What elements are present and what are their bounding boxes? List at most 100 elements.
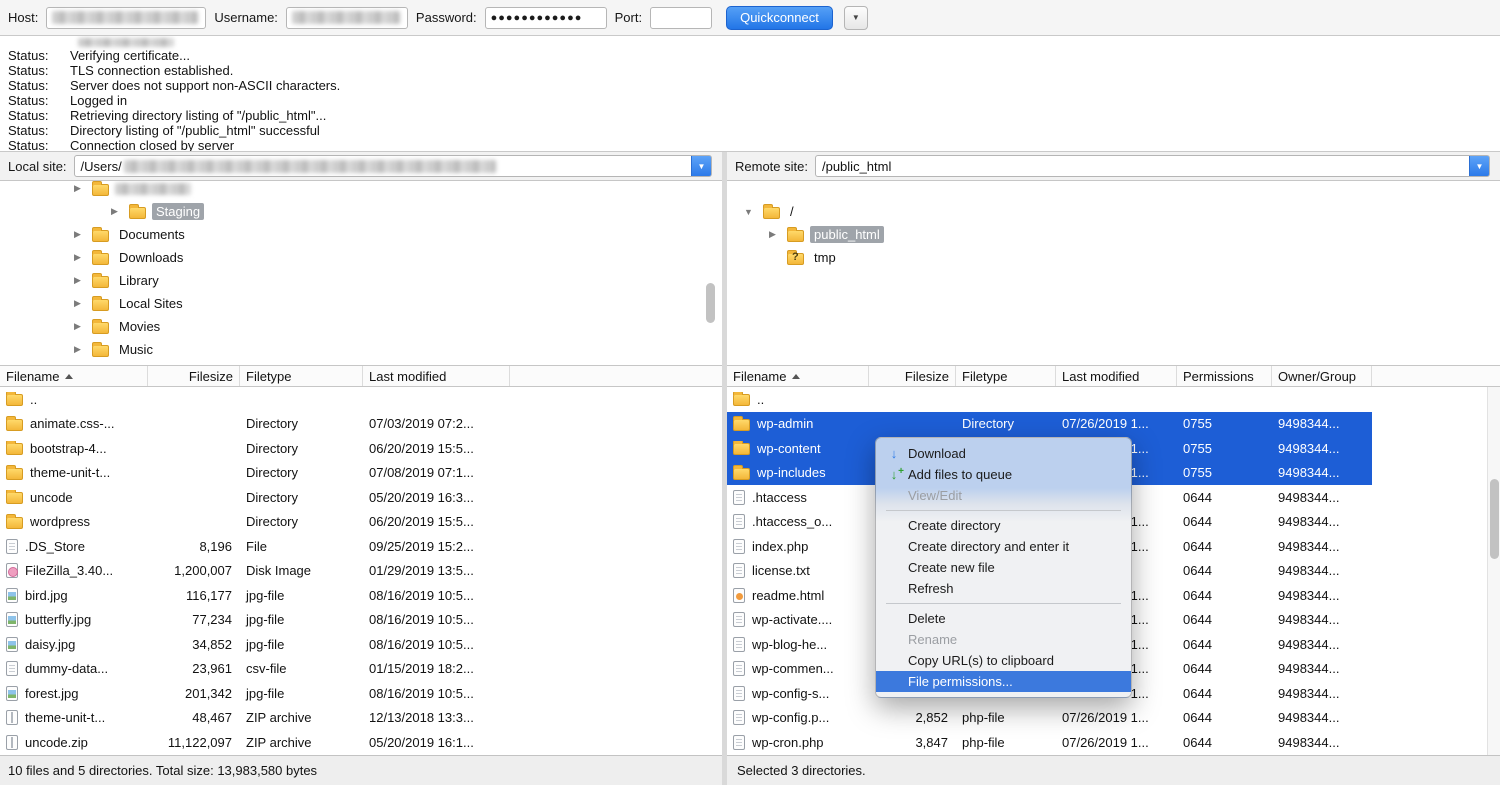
context-menu-item-refresh[interactable]: Refresh	[876, 578, 1131, 599]
remote-col-header-permissions[interactable]: Permissions	[1177, 366, 1272, 386]
menu-item-label: Delete	[908, 611, 946, 626]
local-file-row-animate-css[interactable]: animate.css-... Directory 07/03/2019 07:…	[0, 412, 722, 437]
local-tree-item-library[interactable]: Library	[0, 269, 722, 292]
host-label: Host:	[8, 10, 38, 25]
remote-file-row-wp-config-p[interactable]: wp-config.p... 2,852 php-file 07/26/2019…	[727, 706, 1372, 731]
context-menu-item-copy-url-s-to-clipboard[interactable]: Copy URL(s) to clipboard	[876, 650, 1131, 671]
disclosure-triangle-icon[interactable]	[70, 321, 85, 332]
disclosure-triangle-icon[interactable]	[107, 206, 122, 217]
remote-file-row-wp-cron-php[interactable]: wp-cron.php 3,847 php-file 07/26/2019 1.…	[727, 730, 1372, 755]
remote-col-header-filename[interactable]: Filename	[727, 366, 869, 386]
local-tree-item-downloads[interactable]: Downloads	[0, 246, 722, 269]
menu-separator	[886, 510, 1121, 511]
local-file-row-ds-store[interactable]: .DS_Store 8,196 File 09/25/2019 15:2...	[0, 534, 722, 559]
disclosure-triangle-icon[interactable]	[765, 229, 780, 240]
local-file-row-dummy-data[interactable]: dummy-data... 23,961 csv-file 01/15/2019…	[0, 657, 722, 682]
file-name: forest.jpg	[25, 686, 78, 701]
remote-site-dropdown-icon[interactable]	[1469, 155, 1490, 177]
local-tree-item-movies[interactable]: Movies	[0, 315, 722, 338]
local-site-combobox[interactable]: /Users/	[74, 155, 712, 177]
context-menu-item-add-files-to-queue[interactable]: Add files to queue	[876, 464, 1131, 485]
disclosure-triangle-icon[interactable]	[70, 252, 85, 263]
local-col-header-filesize[interactable]: Filesize	[148, 366, 240, 386]
local-file-row-filezilla-3-40[interactable]: FileZilla_3.40... 1,200,007 Disk Image 0…	[0, 559, 722, 584]
scrollbar-thumb[interactable]	[706, 283, 715, 323]
local-col-header-filetype[interactable]: Filetype	[240, 366, 363, 386]
file-type-icon	[6, 588, 18, 603]
disclosure-triangle-icon[interactable]	[741, 207, 756, 217]
password-input[interactable]: ●●●●●●●●●●●●	[485, 7, 607, 29]
file-type: File	[240, 539, 363, 554]
log-line-message: Server does not support non-ASCII charac…	[70, 78, 340, 93]
remote-list-scrollbar[interactable]	[1487, 387, 1500, 755]
local-file-row-forest-jpg[interactable]: forest.jpg 201,342 jpg-file 08/16/2019 1…	[0, 681, 722, 706]
local-tree-item-staging[interactable]: Staging	[0, 200, 722, 223]
quickconnect-dropdown-button[interactable]	[844, 6, 868, 30]
remote-col-header-filetype[interactable]: Filetype	[956, 366, 1056, 386]
local-file-list: .. animate.css-... Directory 07/03/2019 …	[0, 387, 722, 755]
remote-file-row-wp-admin[interactable]: wp-admin Directory 07/26/2019 1... 0755 …	[727, 412, 1372, 437]
context-menu-item-create-directory[interactable]: Create directory	[876, 515, 1131, 536]
disclosure-triangle-icon[interactable]	[70, 344, 85, 355]
file-permissions: 0644	[1177, 490, 1272, 505]
log-line-message: TLS connection established.	[70, 63, 233, 78]
local-file-row-daisy-jpg[interactable]: daisy.jpg 34,852 jpg-file 08/16/2019 10:…	[0, 632, 722, 657]
file-type: ZIP archive	[240, 710, 363, 725]
file-owner-group: 9498344...	[1272, 637, 1372, 652]
local-file-row-bootstrap-4[interactable]: bootstrap-4... Directory 06/20/2019 15:5…	[0, 436, 722, 461]
local-file-row-wordpress[interactable]: wordpress Directory 06/20/2019 15:5...	[0, 510, 722, 535]
menu-item-label: View/Edit	[908, 488, 962, 503]
local-file-row-butterfly-jpg[interactable]: butterfly.jpg 77,234 jpg-file 08/16/2019…	[0, 608, 722, 633]
tree-item-label: /	[786, 203, 798, 220]
remote-col-header-last-modified[interactable]: Last modified	[1056, 366, 1177, 386]
file-owner-group: 9498344...	[1272, 514, 1372, 529]
file-size: 1,200,007	[148, 563, 240, 578]
port-input[interactable]	[650, 7, 712, 29]
remote-col-header-filesize[interactable]: Filesize	[869, 366, 956, 386]
disclosure-triangle-icon[interactable]	[70, 275, 85, 286]
remote-tree-item-tmp[interactable]: tmp	[727, 246, 1500, 269]
context-menu-item-delete[interactable]: Delete	[876, 608, 1131, 629]
local-file-row[interactable]: ..	[0, 387, 722, 412]
file-name: wp-includes	[757, 465, 826, 480]
disclosure-triangle-icon[interactable]	[70, 298, 85, 309]
log-line-status: Status: Server does not support non-ASCI…	[0, 78, 1500, 93]
disclosure-triangle-icon[interactable]	[70, 183, 85, 194]
local-tree-item[interactable]	[0, 180, 722, 200]
context-menu-item-download[interactable]: Download	[876, 443, 1131, 464]
remote-site-combobox[interactable]: /public_html	[815, 155, 1490, 177]
remote-col-header-owner-group[interactable]: Owner/Group	[1272, 366, 1372, 386]
folder-icon	[92, 276, 109, 288]
remote-file-row[interactable]: ..	[727, 387, 1372, 412]
file-modified: 06/20/2019 15:5...	[363, 441, 510, 456]
local-tree-item-local-sites[interactable]: Local Sites	[0, 292, 722, 315]
local-tree-item-music[interactable]: Music	[0, 338, 722, 361]
context-menu-item-file-permissions[interactable]: File permissions...	[876, 671, 1131, 692]
local-file-row-theme-unit-t[interactable]: theme-unit-t... Directory 07/08/2019 07:…	[0, 461, 722, 486]
scrollbar-thumb[interactable]	[1490, 479, 1499, 559]
file-name: dummy-data...	[25, 661, 108, 676]
log-line-message: Verifying certificate...	[70, 48, 190, 63]
local-site-dropdown-icon[interactable]	[691, 155, 712, 177]
file-owner-group: 9498344...	[1272, 490, 1372, 505]
local-file-row-bird-jpg[interactable]: bird.jpg 116,177 jpg-file 08/16/2019 10:…	[0, 583, 722, 608]
remote-tree-item-public-html[interactable]: public_html	[727, 223, 1500, 246]
log-line-message: Directory listing of "/public_html" succ…	[70, 123, 320, 138]
file-modified: 05/20/2019 16:3...	[363, 490, 510, 505]
context-menu-item-create-new-file[interactable]: Create new file	[876, 557, 1131, 578]
local-col-header-last-modified[interactable]: Last modified	[363, 366, 510, 386]
quickconnect-button[interactable]: Quickconnect	[726, 6, 833, 30]
local-tree-item-documents[interactable]: Documents	[0, 223, 722, 246]
local-file-row-uncode[interactable]: uncode Directory 05/20/2019 16:3...	[0, 485, 722, 510]
username-input[interactable]	[286, 7, 408, 29]
file-name: bootstrap-4...	[30, 441, 107, 456]
local-file-row-theme-unit-t[interactable]: theme-unit-t... 48,467 ZIP archive 12/13…	[0, 706, 722, 731]
disclosure-triangle-icon[interactable]	[70, 229, 85, 240]
local-file-row-uncode-zip[interactable]: uncode.zip 11,122,097 ZIP archive 05/20/…	[0, 730, 722, 755]
local-col-header-filename[interactable]: Filename	[0, 366, 148, 386]
context-menu-item-create-directory-and-enter-it[interactable]: Create directory and enter it	[876, 536, 1131, 557]
host-input[interactable]	[46, 7, 206, 29]
tree-item-label: Movies	[115, 318, 164, 335]
remote-tree-item[interactable]: /	[727, 200, 1500, 223]
file-modified: 07/03/2019 07:2...	[363, 416, 510, 431]
